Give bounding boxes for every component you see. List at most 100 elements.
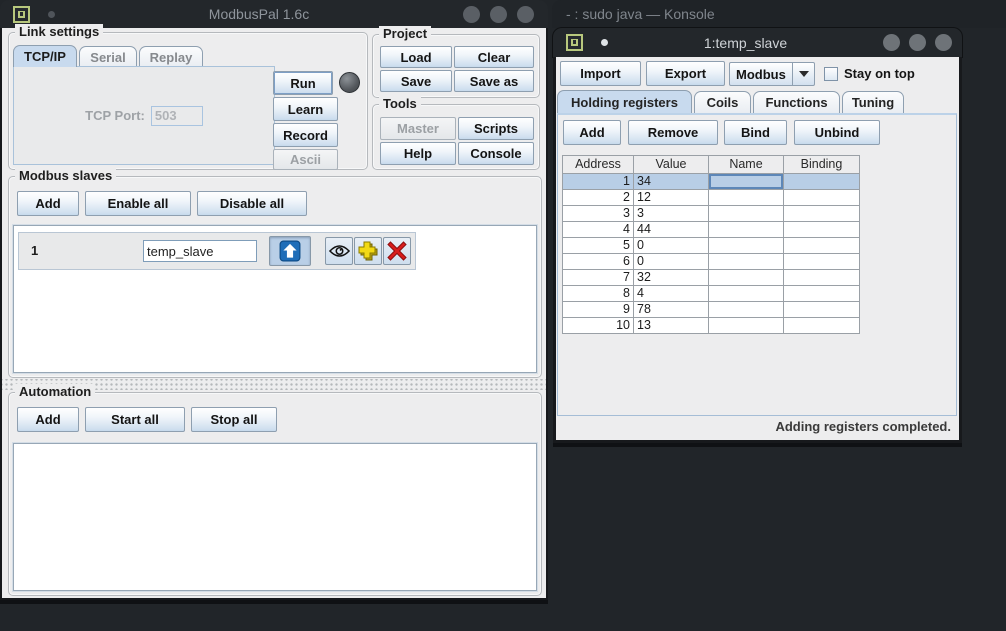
cell-value[interactable]: 78 — [634, 302, 709, 318]
enable-all-button[interactable]: Enable all — [85, 191, 191, 216]
cell-binding[interactable] — [784, 318, 860, 334]
table-row[interactable]: 2 12 — [563, 190, 860, 206]
cell-name[interactable] — [709, 206, 784, 222]
slave-enable-toggle[interactable] — [269, 236, 311, 266]
table-row[interactable]: 8 4 — [563, 286, 860, 302]
cell-binding[interactable] — [784, 206, 860, 222]
cell-address[interactable]: 4 — [563, 222, 634, 238]
tcp-port-field[interactable] — [151, 106, 203, 126]
help-button[interactable]: Help — [380, 142, 456, 165]
cell-address[interactable]: 2 — [563, 190, 634, 206]
tab-coils[interactable]: Coils — [694, 91, 751, 113]
tab-holding-registers[interactable]: Holding registers — [557, 90, 692, 113]
cell-value[interactable]: 0 — [634, 238, 709, 254]
cell-address[interactable]: 9 — [563, 302, 634, 318]
slave-close-icon[interactable] — [935, 34, 952, 51]
cell-name[interactable] — [709, 270, 784, 286]
run-button[interactable]: Run — [273, 71, 333, 95]
cell-name[interactable] — [709, 190, 784, 206]
table-header-row[interactable]: Address Value Name Binding — [563, 156, 860, 174]
import-button[interactable]: Import — [560, 61, 641, 86]
scripts-button[interactable]: Scripts — [458, 117, 534, 140]
table-row[interactable]: 10 13 — [563, 318, 860, 334]
maximize-icon[interactable] — [490, 6, 507, 23]
console-button[interactable]: Console — [458, 142, 534, 165]
register-bind-button[interactable]: Bind — [724, 120, 787, 145]
cell-binding[interactable] — [784, 270, 860, 286]
table-row[interactable]: 4 44 — [563, 222, 860, 238]
slave-tuning-button[interactable] — [354, 237, 382, 265]
cell-binding[interactable] — [784, 302, 860, 318]
cell-value[interactable]: 32 — [634, 270, 709, 286]
slave-view-button[interactable] — [325, 237, 353, 265]
slave-delete-button[interactable] — [383, 237, 411, 265]
table-row[interactable]: 6 0 — [563, 254, 860, 270]
cell-name[interactable] — [709, 174, 784, 190]
cell-address[interactable]: 8 — [563, 286, 634, 302]
tab-replay[interactable]: Replay — [139, 46, 203, 67]
cell-address[interactable]: 7 — [563, 270, 634, 286]
cell-binding[interactable] — [784, 286, 860, 302]
cell-value[interactable]: 0 — [634, 254, 709, 270]
cell-binding[interactable] — [784, 222, 860, 238]
automation-add-button[interactable]: Add — [17, 407, 79, 432]
stop-all-button[interactable]: Stop all — [191, 407, 277, 432]
cell-value[interactable]: 13 — [634, 318, 709, 334]
cell-value[interactable]: 4 — [634, 286, 709, 302]
export-button[interactable]: Export — [646, 61, 725, 86]
stay-on-top-label[interactable]: Stay on top — [844, 66, 915, 81]
combo-arrow-button[interactable] — [793, 63, 814, 85]
slave-name-field[interactable] — [143, 240, 257, 262]
cell-address[interactable]: 3 — [563, 206, 634, 222]
tab-functions[interactable]: Functions — [753, 91, 840, 113]
register-add-button[interactable]: Add — [563, 120, 621, 145]
clear-button[interactable]: Clear — [454, 46, 534, 68]
save-button[interactable]: Save — [380, 70, 452, 92]
cell-name[interactable] — [709, 238, 784, 254]
col-binding[interactable]: Binding — [784, 156, 860, 174]
cell-binding[interactable] — [784, 174, 860, 190]
master-button[interactable]: Master — [380, 117, 456, 140]
table-row[interactable]: 9 78 — [563, 302, 860, 318]
table-row[interactable]: 5 0 — [563, 238, 860, 254]
slave-window-menu-icon[interactable] — [566, 34, 583, 51]
cell-name[interactable] — [709, 254, 784, 270]
cell-name[interactable] — [709, 302, 784, 318]
cell-value[interactable]: 44 — [634, 222, 709, 238]
disable-all-button[interactable]: Disable all — [197, 191, 307, 216]
minimize-icon[interactable] — [463, 6, 480, 23]
save-as-button[interactable]: Save as — [454, 70, 534, 92]
cell-binding[interactable] — [784, 238, 860, 254]
mode-combobox[interactable]: Modbus — [729, 62, 815, 86]
register-unbind-button[interactable]: Unbind — [794, 120, 880, 145]
col-address[interactable]: Address — [563, 156, 634, 174]
learn-button[interactable]: Learn — [273, 97, 338, 121]
load-button[interactable]: Load — [380, 46, 452, 68]
cell-address[interactable]: 10 — [563, 318, 634, 334]
table-row[interactable]: 7 32 — [563, 270, 860, 286]
window-menu-icon[interactable] — [13, 6, 30, 23]
cell-address[interactable]: 6 — [563, 254, 634, 270]
cell-value[interactable]: 3 — [634, 206, 709, 222]
col-value[interactable]: Value — [634, 156, 709, 174]
slave-row[interactable]: 1 — [18, 232, 416, 270]
register-remove-button[interactable]: Remove — [628, 120, 718, 145]
slave-titlebar[interactable]: 1:temp_slave — [553, 28, 962, 57]
col-name[interactable]: Name — [709, 156, 784, 174]
tab-serial[interactable]: Serial — [79, 46, 137, 67]
cell-value[interactable]: 12 — [634, 190, 709, 206]
cell-binding[interactable] — [784, 190, 860, 206]
close-icon[interactable] — [517, 6, 534, 23]
cell-binding[interactable] — [784, 254, 860, 270]
record-button[interactable]: Record — [273, 123, 338, 147]
slave-maximize-icon[interactable] — [909, 34, 926, 51]
cell-value[interactable]: 34 — [634, 174, 709, 190]
slaves-add-button[interactable]: Add — [17, 191, 79, 216]
table-row[interactable]: 1 34 — [563, 174, 860, 190]
slave-minimize-icon[interactable] — [883, 34, 900, 51]
ascii-button[interactable]: Ascii — [273, 149, 338, 170]
cell-name[interactable] — [709, 222, 784, 238]
cell-address[interactable]: 1 — [563, 174, 634, 190]
start-all-button[interactable]: Start all — [85, 407, 185, 432]
cell-address[interactable]: 5 — [563, 238, 634, 254]
